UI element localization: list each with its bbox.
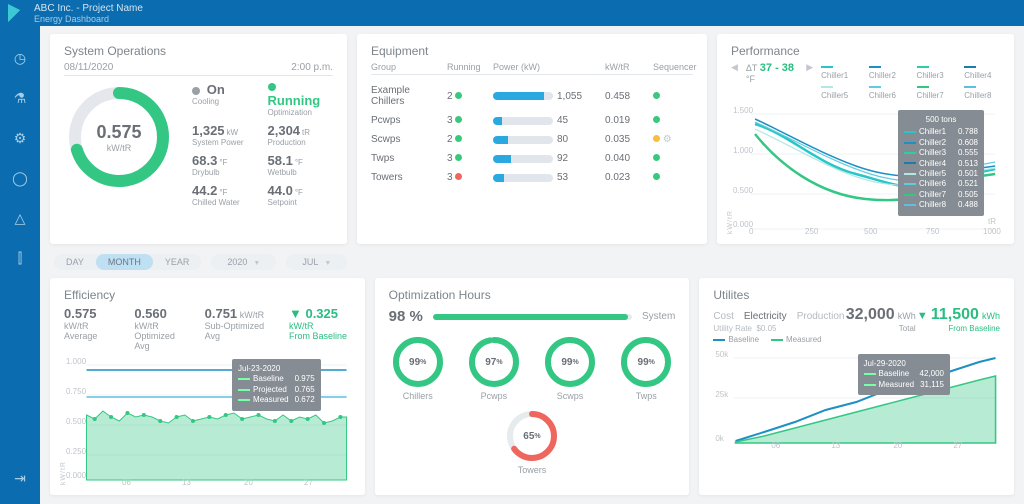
chevron-left-icon[interactable]: ◀ — [731, 62, 738, 73]
card-title: Performance — [731, 44, 1000, 58]
table-row: Example Chillers 2 1,0550.458 — [371, 81, 693, 111]
gear-icon[interactable]: ⚙ — [663, 134, 672, 145]
card-title: Equipment — [371, 44, 693, 58]
card-title: Optimization Hours — [389, 288, 676, 302]
performance-card: Performance ◀ ΔT 37 - 38 °F ▶ Chiller1Ch… — [717, 34, 1014, 244]
efficiency-chart: 1.000 0.750 0.500 0.250 0.000 06 13 20 2… — [64, 355, 351, 485]
reports-icon[interactable]: ⫿ — [12, 250, 28, 266]
dashboard-icon[interactable]: ◷ — [12, 50, 28, 66]
optimization-card: Optimization Hours 98 % System 99% Chill… — [375, 278, 690, 495]
sys-time: 2:00 p.m. — [291, 62, 333, 73]
optimization-ring-towers: 65% — [505, 409, 559, 463]
range-month[interactable]: MONTH — [96, 254, 153, 270]
chevron-right-icon[interactable]: ▶ — [806, 62, 813, 73]
optimization-system-label: System — [642, 311, 675, 322]
status-on: On — [207, 82, 225, 97]
project-title: ABC Inc. - Project Name — [34, 3, 143, 14]
performance-tooltip: 500 tons Chiller10.788Chiller20.608Chill… — [898, 110, 984, 216]
card-title: Efficiency — [64, 288, 351, 302]
utilities-chart: 50k 25k 0k 06 13 20 27 Jul-29-2020 Basel… — [713, 348, 1000, 448]
optimization-ring-pcwps: 97% — [467, 335, 521, 389]
user-icon[interactable]: ◯ — [12, 170, 28, 186]
chevron-down-icon: ▼ — [324, 260, 331, 267]
topbar: ABC Inc. - Project Name Energy Dashboard — [0, 0, 1024, 26]
efficiency-card: Efficiency 0.575 kW/tRAverage0.560 kW/tR… — [50, 278, 365, 495]
performance-legend: Chiller1Chiller2Chiller3Chiller4Chiller5… — [821, 62, 1000, 100]
optimization-ring-scwps: 99% — [543, 335, 597, 389]
dashboard-name: Energy Dashboard — [34, 14, 143, 24]
card-title: Utilites — [713, 288, 1000, 302]
tab-cost[interactable]: Cost — [713, 311, 734, 322]
tab-production[interactable]: Production — [797, 311, 845, 322]
status-dot-on — [192, 87, 200, 95]
sys-date: 08/11/2020 — [64, 62, 113, 73]
settings-icon[interactable]: ⚙ — [12, 130, 28, 146]
tab-electricity[interactable]: Electricity — [744, 311, 787, 322]
optimization-ring-chillers: 99% — [391, 335, 445, 389]
utilities-card: Utilites Cost Electricity Production Uti… — [699, 278, 1014, 495]
year-dropdown[interactable]: 2020▼ — [211, 254, 276, 270]
table-row: Towers 3 530.023 — [371, 168, 693, 187]
optimization-bar — [433, 314, 632, 320]
sidebar: ◷ ⚗ ⚙ ◯ △ ⫿ ⇥ — [0, 26, 40, 504]
kwtr-gauge: 0.575 kW/tR — [64, 82, 174, 192]
chevron-down-icon: ▼ — [253, 260, 260, 267]
table-row: Pcwps 3 450.019 — [371, 111, 693, 130]
utilities-tabs: Cost Electricity Production — [713, 311, 844, 322]
range-day[interactable]: DAY — [54, 254, 96, 270]
equipment-icon[interactable]: ⚗ — [12, 90, 28, 106]
utilities-tooltip: Jul-29-2020 Baseline42,000Measured31,115 — [858, 354, 950, 395]
efficiency-tooltip: Jul-23-2020 Baseline0.975Projected0.765M… — [232, 359, 321, 411]
gauge-unit: kW/tR — [107, 143, 132, 153]
brand-logo — [8, 4, 26, 22]
time-filters: DAY MONTH YEAR 2020▼ JUL▼ — [54, 254, 1014, 270]
performance-chart: 1.500 1.000 0.500 0.000 0 250 500 750 10… — [731, 104, 1000, 234]
month-dropdown[interactable]: JUL▼ — [286, 254, 347, 270]
logout-icon[interactable]: ⇥ — [12, 470, 28, 486]
status-running-sub: Optimization — [268, 108, 334, 117]
card-title: System Operations — [64, 44, 333, 58]
gauge-value: 0.575 — [96, 122, 141, 143]
table-row: Scwps 2 800.035 ⚙ — [371, 130, 693, 149]
system-operations-card: System Operations 08/11/2020 2:00 p.m. 0… — [50, 34, 347, 244]
table-row: Twps 3 920.040 — [371, 149, 693, 168]
status-on-sub: Cooling — [192, 97, 258, 106]
status-running: Running — [268, 93, 321, 108]
alerts-icon[interactable]: △ — [12, 210, 28, 226]
optimization-ring-twps: 99% — [619, 335, 673, 389]
range-segment[interactable]: DAY MONTH YEAR — [54, 254, 201, 270]
equipment-card: Equipment Group Running Power (kW) kW/tR… — [357, 34, 707, 244]
status-dot-running — [268, 83, 276, 91]
range-year[interactable]: YEAR — [153, 254, 202, 270]
